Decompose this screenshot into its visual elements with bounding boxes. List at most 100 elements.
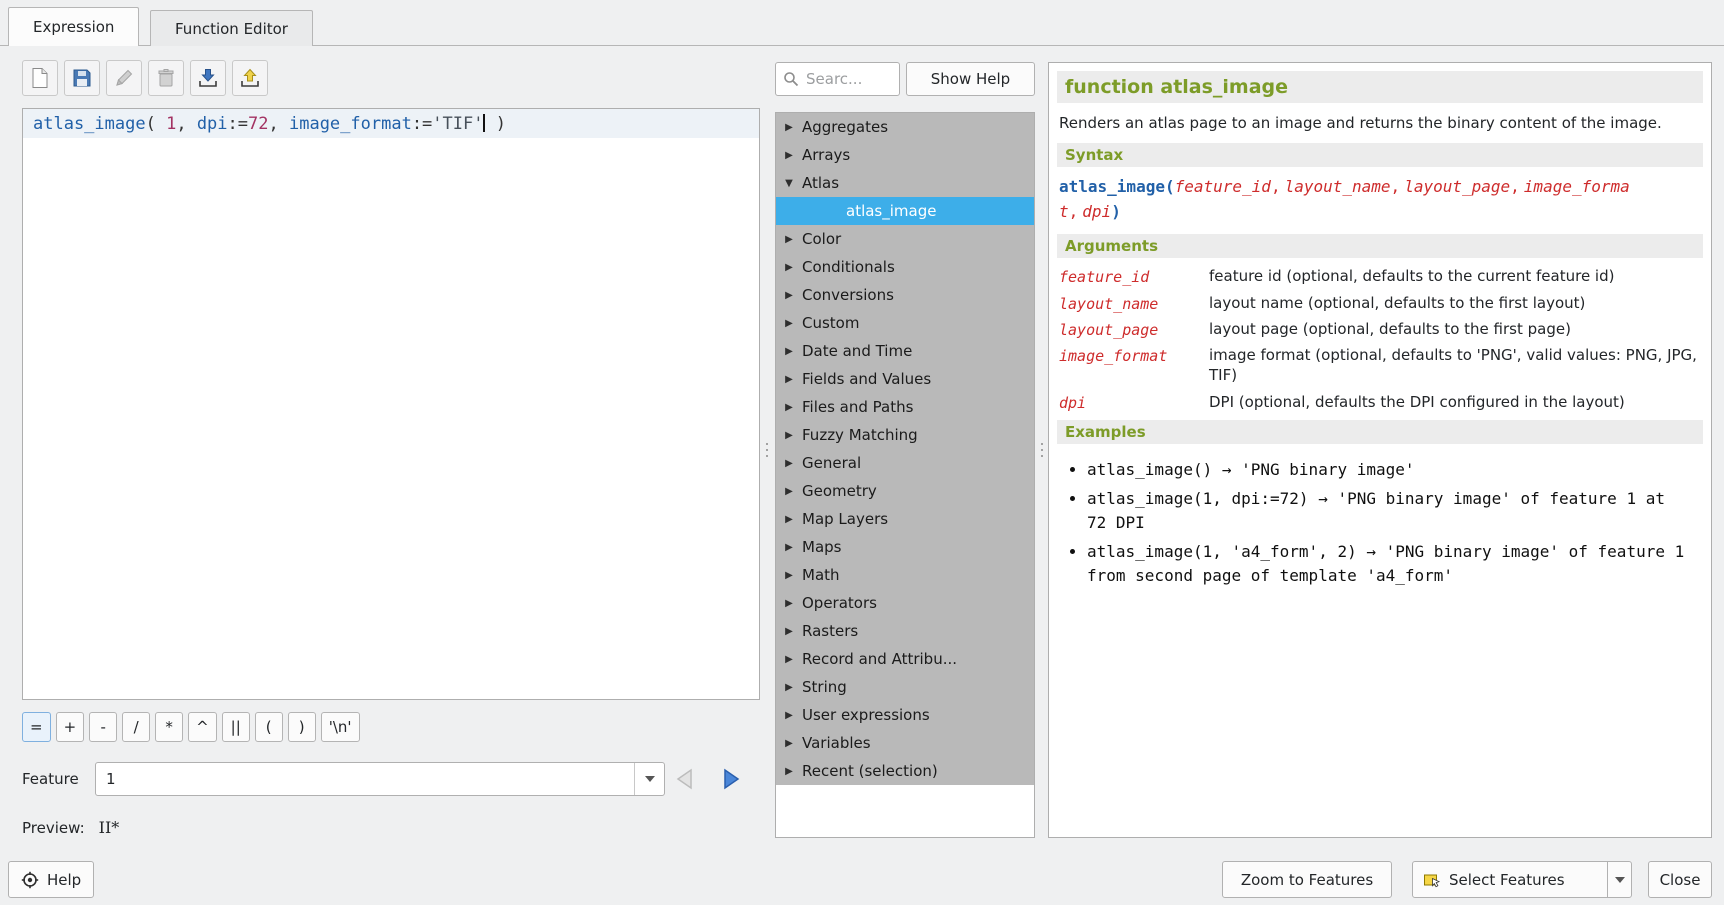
feature-combobox-arrow-button[interactable] — [634, 763, 664, 795]
expand-icon[interactable]: ▼ — [776, 178, 802, 189]
tree-item-string[interactable]: ▶ String — [776, 673, 1034, 701]
expression-token: ( — [145, 114, 167, 134]
syntax-argument: layout_name — [1284, 176, 1391, 196]
operator-button[interactable]: ) — [287, 712, 316, 742]
previous-feature-button[interactable] — [666, 760, 706, 798]
select-features-main[interactable]: Select Features — [1413, 862, 1607, 897]
operator-button[interactable]: ^ — [188, 712, 217, 742]
tree-item-rasters[interactable]: ▶ Rasters — [776, 617, 1034, 645]
argument-row: image_format image format (optional, def… — [1059, 345, 1697, 386]
select-features-button[interactable]: Select Features — [1412, 861, 1632, 898]
pencil-icon — [116, 69, 133, 86]
feature-combobox[interactable]: 1 — [95, 762, 665, 796]
select-features-dropdown-button[interactable] — [1607, 862, 1631, 897]
expand-icon[interactable]: ▶ — [776, 122, 802, 133]
expression-token: := — [411, 114, 433, 134]
expand-icon[interactable]: ▶ — [776, 626, 802, 637]
tree-item-custom[interactable]: ▶ Custom — [776, 309, 1034, 337]
operator-button[interactable]: - — [89, 712, 118, 742]
tree-item-user-expressions[interactable]: ▶ User expressions — [776, 701, 1034, 729]
expand-icon[interactable]: ▶ — [776, 402, 802, 413]
tree-item-label: Conditionals — [802, 258, 895, 276]
expression-token: := — [227, 114, 249, 134]
expand-icon[interactable]: ▶ — [776, 262, 802, 273]
tree-item-maps[interactable]: ▶ Maps — [776, 533, 1034, 561]
tree-item-record-and-attribu[interactable]: ▶ Record and Attribu... — [776, 645, 1034, 673]
edit-expression-button[interactable] — [106, 60, 142, 96]
expand-icon[interactable]: ▶ — [776, 654, 802, 665]
save-expression-button[interactable] — [64, 60, 100, 96]
show-help-button[interactable]: Show Help — [906, 62, 1035, 96]
tree-item-atlas[interactable]: ▼ Atlas — [776, 169, 1034, 197]
operator-button[interactable]: / — [122, 712, 151, 742]
tree-item-date-and-time[interactable]: ▶ Date and Time — [776, 337, 1034, 365]
splitter-handle[interactable] — [1037, 428, 1047, 472]
tree-item-files-and-paths[interactable]: ▶ Files and Paths — [776, 393, 1034, 421]
syntax-code: atlas_image(feature_id, layout_name, layou… — [1059, 175, 1641, 225]
expand-icon[interactable]: ▶ — [776, 486, 802, 497]
close-button[interactable]: Close — [1648, 861, 1712, 898]
tree-item-math[interactable]: ▶ Math — [776, 561, 1034, 589]
import-expression-button[interactable] — [190, 60, 226, 96]
tree-item-general[interactable]: ▶ General — [776, 449, 1034, 477]
tree-item-fuzzy-matching[interactable]: ▶ Fuzzy Matching — [776, 421, 1034, 449]
expression-token: dpi — [196, 114, 228, 134]
operator-button[interactable]: ( — [254, 712, 283, 742]
expression-token: , — [268, 114, 289, 134]
preview-row: Preview: II* — [22, 818, 119, 837]
tab-function-editor[interactable]: Function Editor — [150, 10, 313, 46]
operator-button[interactable]: || — [221, 712, 250, 742]
expand-icon[interactable]: ▶ — [776, 150, 802, 161]
syntax-heading: Syntax — [1057, 142, 1703, 167]
expand-icon[interactable]: ▶ — [776, 234, 802, 245]
expand-icon[interactable]: ▶ — [776, 514, 802, 525]
operator-button[interactable]: + — [55, 712, 85, 742]
tree-item-geometry[interactable]: ▶ Geometry — [776, 477, 1034, 505]
expand-icon[interactable]: ▶ — [776, 290, 802, 301]
expand-icon[interactable]: ▶ — [776, 374, 802, 385]
tree-item-variables[interactable]: ▶ Variables — [776, 729, 1034, 757]
tree-item-fields-and-values[interactable]: ▶ Fields and Values — [776, 365, 1034, 393]
function-help-panel[interactable]: function atlas_image Renders an atlas pa… — [1048, 62, 1712, 838]
expand-icon[interactable]: ▶ — [776, 430, 802, 441]
tree-item-map-layers[interactable]: ▶ Map Layers — [776, 505, 1034, 533]
expand-icon[interactable]: ▶ — [776, 682, 802, 693]
tree-item-atlas-image[interactable]: atlas_image — [776, 197, 1034, 225]
tree-item-operators[interactable]: ▶ Operators — [776, 589, 1034, 617]
argument-name: image_format — [1059, 347, 1168, 366]
next-feature-button[interactable] — [710, 760, 750, 798]
expand-icon[interactable]: ▶ — [776, 318, 802, 329]
operator-button[interactable]: '\n' — [320, 712, 360, 742]
operator-button[interactable]: * — [155, 712, 184, 742]
tree-item-label: Rasters — [802, 622, 859, 640]
export-expression-button[interactable] — [232, 60, 268, 96]
tree-item-arrays[interactable]: ▶ Arrays — [776, 141, 1034, 169]
tree-item-conversions[interactable]: ▶ Conversions — [776, 281, 1034, 309]
expand-icon[interactable]: ▶ — [776, 710, 802, 721]
tree-item-color[interactable]: ▶ Color — [776, 225, 1034, 253]
example-item: atlas_image() → 'PNG binary image' — [1087, 458, 1691, 482]
operator-button[interactable]: = — [22, 712, 51, 742]
expand-icon[interactable]: ▶ — [776, 542, 802, 553]
expand-icon[interactable]: ▶ — [776, 458, 802, 469]
expand-icon[interactable]: ▶ — [776, 570, 802, 581]
expand-icon[interactable]: ▶ — [776, 346, 802, 357]
argument-description: DPI (optional, defaults the DPI configur… — [1209, 392, 1625, 411]
tab-expression[interactable]: Expression — [8, 7, 140, 46]
zoom-to-features-button[interactable]: Zoom to Features — [1222, 861, 1392, 898]
function-tree[interactable]: ▶ Aggregates ▶ Arrays ▼ Atlas atlas_imag… — [775, 112, 1035, 838]
expand-icon[interactable]: ▶ — [776, 766, 802, 777]
expand-icon[interactable]: ▶ — [776, 738, 802, 749]
splitter-handle[interactable] — [762, 428, 772, 472]
tree-item-aggregates[interactable]: ▶ Aggregates — [776, 113, 1034, 141]
tree-item-conditionals[interactable]: ▶ Conditionals — [776, 253, 1034, 281]
help-button[interactable]: Help — [8, 861, 95, 898]
delete-expression-button[interactable] — [148, 60, 184, 96]
tree-item-label: Custom — [802, 314, 860, 332]
expand-icon[interactable]: ▶ — [776, 598, 802, 609]
tree-item-recent-selection[interactable]: ▶ Recent (selection) — [776, 757, 1034, 785]
new-expression-button[interactable] — [22, 60, 58, 96]
expression-editor[interactable]: atlas_image( 1, dpi:=72, image_format:='… — [22, 108, 760, 700]
helm-icon — [21, 871, 39, 888]
tree-item-label: Map Layers — [802, 510, 889, 528]
